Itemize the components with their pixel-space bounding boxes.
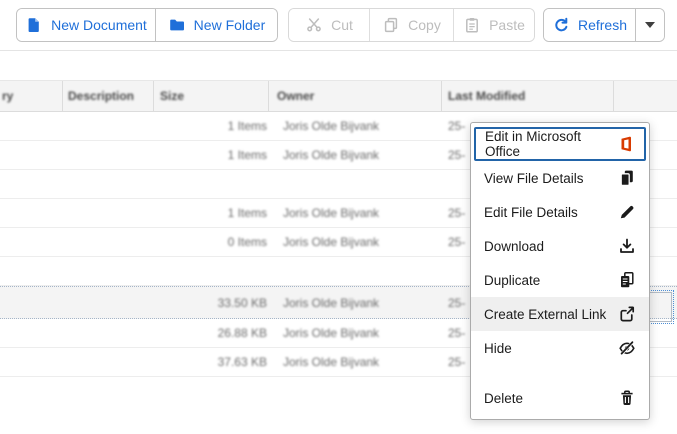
scissors-icon <box>305 16 323 34</box>
cell-owner: Joris Olde Bijvank <box>283 287 379 318</box>
trash-icon <box>618 389 636 407</box>
refresh-icon <box>552 16 570 34</box>
menu-item-delete[interactable]: Delete <box>471 381 649 415</box>
cell-owner: Joris Olde Bijvank <box>283 348 379 376</box>
column-divider <box>62 81 63 111</box>
cell-size: 1 Items <box>157 112 267 140</box>
menu-item-edit-in-microsoft-office[interactable]: Edit in Microsoft Office <box>474 127 646 161</box>
column-header-size[interactable]: Size <box>160 81 184 111</box>
pencil-icon <box>618 203 636 221</box>
column-divider <box>268 81 269 111</box>
cell-last-modified: 25- <box>448 228 465 256</box>
column-divider <box>153 81 154 111</box>
menu-item-label: Edit File Details <box>484 205 578 220</box>
file-details-icon <box>618 169 636 187</box>
refresh-button-group: Refresh <box>543 8 665 42</box>
toolbar: New Document New Folder Cu <box>0 8 677 42</box>
cell-size: 0 Items <box>157 228 267 256</box>
download-icon <box>618 237 636 255</box>
refresh-label: Refresh <box>578 17 627 33</box>
cell-owner: Joris Olde Bijvank <box>283 112 379 140</box>
copy-label: Copy <box>408 17 441 33</box>
cell-last-modified: 25- <box>448 348 465 376</box>
cell-last-modified: 25- <box>448 199 465 227</box>
menu-item-label: Hide <box>484 341 512 356</box>
copy-button[interactable]: Copy <box>369 9 453 41</box>
column-header-owner[interactable]: Owner <box>277 81 314 111</box>
toolbar-divider <box>0 50 677 51</box>
cell-owner: Joris Olde Bijvank <box>283 319 379 347</box>
column-header-category[interactable]: ry <box>2 81 13 111</box>
cell-size: 1 Items <box>157 199 267 227</box>
copy-icon <box>382 16 400 34</box>
new-folder-icon <box>168 16 186 34</box>
cell-size: 1 Items <box>157 141 267 169</box>
menu-item-label: Edit in Microsoft Office <box>485 129 617 159</box>
menu-item-label: Create External Link <box>484 307 606 322</box>
external-link-icon <box>618 305 636 323</box>
column-divider <box>613 81 614 111</box>
column-header-description[interactable]: Description <box>68 81 134 111</box>
cell-owner: Joris Olde Bijvank <box>283 141 379 169</box>
cell-size: 37.63 KB <box>157 348 267 376</box>
cell-last-modified: 25- <box>448 287 465 318</box>
cell-size <box>157 170 267 198</box>
cell-size: 33.50 KB <box>157 287 267 318</box>
eye-off-icon <box>618 339 636 357</box>
caret-down-icon <box>645 22 655 28</box>
context-menu: Edit in Microsoft Office View File Detai… <box>470 122 650 420</box>
cell-owner: Joris Olde Bijvank <box>283 199 379 227</box>
cell-size: 26.88 KB <box>157 319 267 347</box>
new-folder-button[interactable]: New Folder <box>155 9 277 41</box>
menu-separator-space <box>471 365 649 381</box>
paste-icon <box>463 16 481 34</box>
menu-item-label: Delete <box>484 391 523 406</box>
menu-item-label: View File Details <box>484 171 584 186</box>
menu-item-label: Download <box>484 239 544 254</box>
ms-office-icon <box>617 135 635 153</box>
cell-last-modified: 25- <box>448 112 465 140</box>
paste-button[interactable]: Paste <box>453 9 534 41</box>
menu-item-label: Duplicate <box>484 273 540 288</box>
menu-item-edit-file-details[interactable]: Edit File Details <box>471 195 649 229</box>
cut-button[interactable]: Cut <box>289 9 369 41</box>
cell-last-modified: 25- <box>448 141 465 169</box>
cell-owner: Joris Olde Bijvank <box>283 228 379 256</box>
row-actions-focus-box[interactable] <box>647 292 672 322</box>
duplicate-icon <box>618 271 636 289</box>
table-header: ry Description Size Owner Last Modified <box>0 80 677 112</box>
refresh-button[interactable]: Refresh <box>544 9 635 41</box>
new-document-button[interactable]: New Document <box>17 9 155 41</box>
clipboard-button-group: Cut Copy Pa <box>288 8 535 42</box>
column-divider <box>441 81 442 111</box>
menu-item-view-file-details[interactable]: View File Details <box>471 161 649 195</box>
new-folder-label: New Folder <box>194 17 266 33</box>
cell-size <box>157 257 267 285</box>
menu-item-hide[interactable]: Hide <box>471 331 649 365</box>
cell-last-modified: 25- <box>448 319 465 347</box>
cut-label: Cut <box>331 17 353 33</box>
file-manager-screen: New Document New Folder Cu <box>0 0 677 434</box>
refresh-dropdown-button[interactable] <box>635 9 664 41</box>
menu-item-download[interactable]: Download <box>471 229 649 263</box>
paste-label: Paste <box>489 17 525 33</box>
new-document-label: New Document <box>51 17 147 33</box>
menu-item-duplicate[interactable]: Duplicate <box>471 263 649 297</box>
new-document-icon <box>25 16 43 34</box>
create-button-group: New Document New Folder <box>16 8 278 42</box>
menu-item-create-external-link[interactable]: Create External Link <box>471 297 649 331</box>
column-header-last-modified[interactable]: Last Modified <box>448 81 525 111</box>
